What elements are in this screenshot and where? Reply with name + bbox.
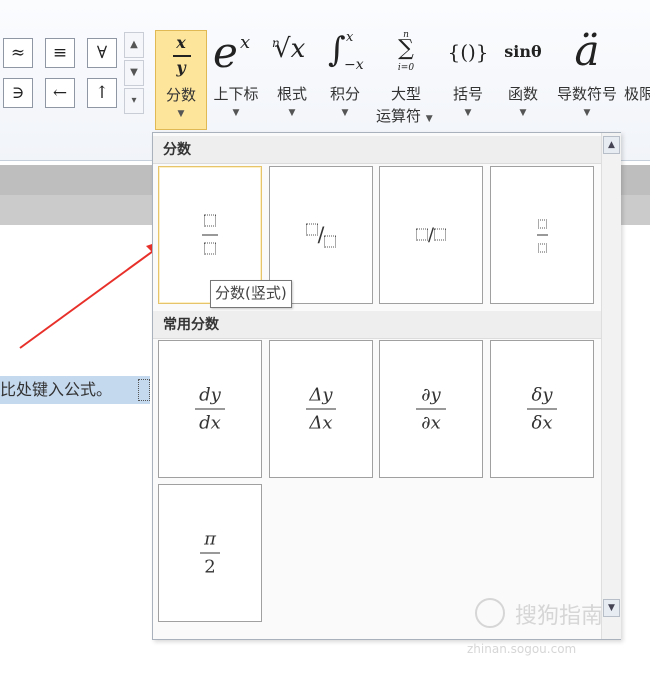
fraction-gallery-dropdown: 分数 / / 常用分数 dy dx Δy Δx ∂y ∂x δy δx π 2 … bbox=[152, 132, 621, 640]
watermark-text: 搜狗指南 bbox=[515, 604, 604, 629]
common-fraction-dy-dx-tile[interactable]: dy dx bbox=[158, 340, 262, 478]
gallery-scrollbar[interactable]: ▲ ▼ bbox=[601, 133, 621, 639]
watermark-url: zhinan.sogou.com bbox=[467, 642, 577, 656]
fraction-linear-tile[interactable]: / bbox=[379, 166, 483, 304]
section-header-fraction: 分数 bbox=[153, 136, 603, 164]
common-fraction-delta-tile[interactable]: Δy Δx bbox=[269, 340, 373, 478]
scroll-up-button[interactable]: ▲ bbox=[603, 136, 620, 154]
common-fraction-partial-tile[interactable]: ∂y ∂x bbox=[379, 340, 483, 478]
fraction-small-tile[interactable] bbox=[490, 166, 594, 304]
sogou-logo-icon bbox=[475, 598, 505, 628]
scroll-down-button[interactable]: ▼ bbox=[603, 599, 620, 617]
tooltip: 分数(竖式) bbox=[210, 280, 292, 308]
section-header-common-fraction: 常用分数 bbox=[153, 311, 603, 339]
common-fraction-pi-over-2-tile[interactable]: π 2 bbox=[158, 484, 262, 622]
common-fraction-small-delta-tile[interactable]: δy δx bbox=[490, 340, 594, 478]
